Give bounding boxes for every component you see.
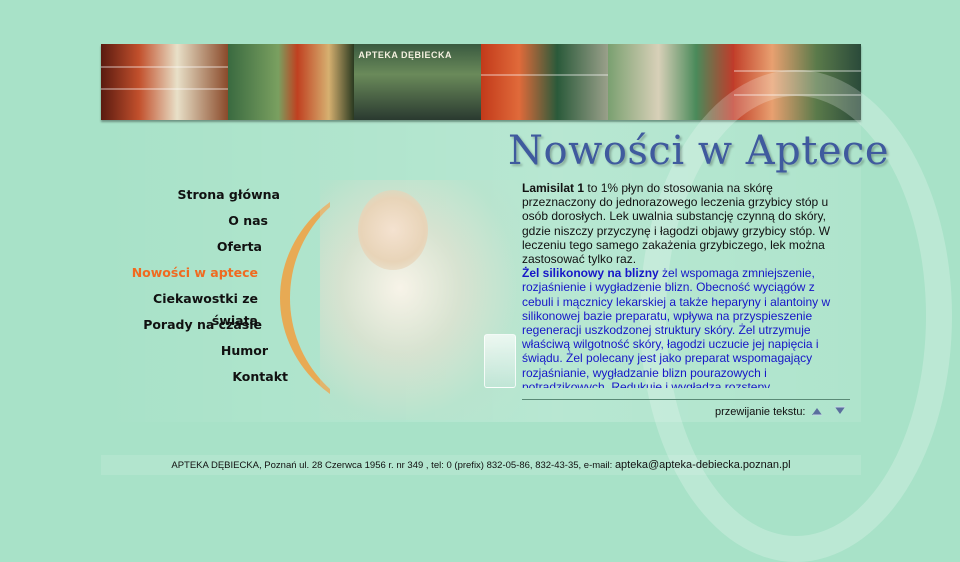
page-title: Nowości w Aptece <box>508 128 890 174</box>
footer: APTEKA DĘBIECKA, Poznań ul. 28 Czerwca 1… <box>101 455 861 475</box>
banner-photo-counter <box>481 44 608 120</box>
main-nav: Strona główna O nas Oferta Nowości w apt… <box>110 184 292 392</box>
glass-of-water <box>484 334 516 388</box>
footer-address: APTEKA DĘBIECKA, Poznań ul. 28 Czerwca 1… <box>171 460 615 471</box>
nav-item-about[interactable]: O nas <box>110 210 292 236</box>
nav-item-offer[interactable]: Oferta <box>110 236 292 262</box>
footer-email[interactable]: apteka@apteka-debiecka.poznan.pl <box>615 459 791 471</box>
nav-item-world-curiosities[interactable]: Ciekawostki ze świata <box>110 288 292 328</box>
banner-photo-interior <box>101 44 228 120</box>
triangle-up-icon[interactable] <box>811 406 823 416</box>
banner-photo-jars <box>227 44 355 120</box>
news-text-area[interactable]: Lamisilat 1 to 1% płyn do stosowania na … <box>522 181 844 388</box>
article-silicone-gel-text: żel wspomaga zmniejszenie, rozjaśnienie … <box>522 266 831 388</box>
divider <box>522 399 850 400</box>
article-lamisilat-name: Lamisilat 1 <box>522 181 585 195</box>
nav-item-news[interactable]: Nowości w aptece <box>110 262 292 288</box>
girl-photo-head <box>358 190 428 270</box>
nav-item-home[interactable]: Strona główna <box>110 184 292 210</box>
triangle-down-icon[interactable] <box>834 406 846 416</box>
article-lamisilat: Lamisilat 1 to 1% płyn do stosowania na … <box>522 181 844 266</box>
banner-photo-storefront: APTEKA DĘBIECKA <box>354 44 482 120</box>
article-silicone-gel-name: Żel silikonowy na blizny <box>522 266 659 281</box>
nav-item-contact[interactable]: Kontakt <box>110 366 292 392</box>
article-silicone-gel: Żel silikonowy na blizny żel wspomaga zm… <box>522 266 844 388</box>
scroll-label: przewijanie tekstu: <box>715 406 806 418</box>
nav-item-humor[interactable]: Humor <box>110 340 292 366</box>
banner-sign: APTEKA DĘBIECKA <box>358 50 453 60</box>
nav-item-tips[interactable]: Porady na czasie <box>110 314 292 340</box>
